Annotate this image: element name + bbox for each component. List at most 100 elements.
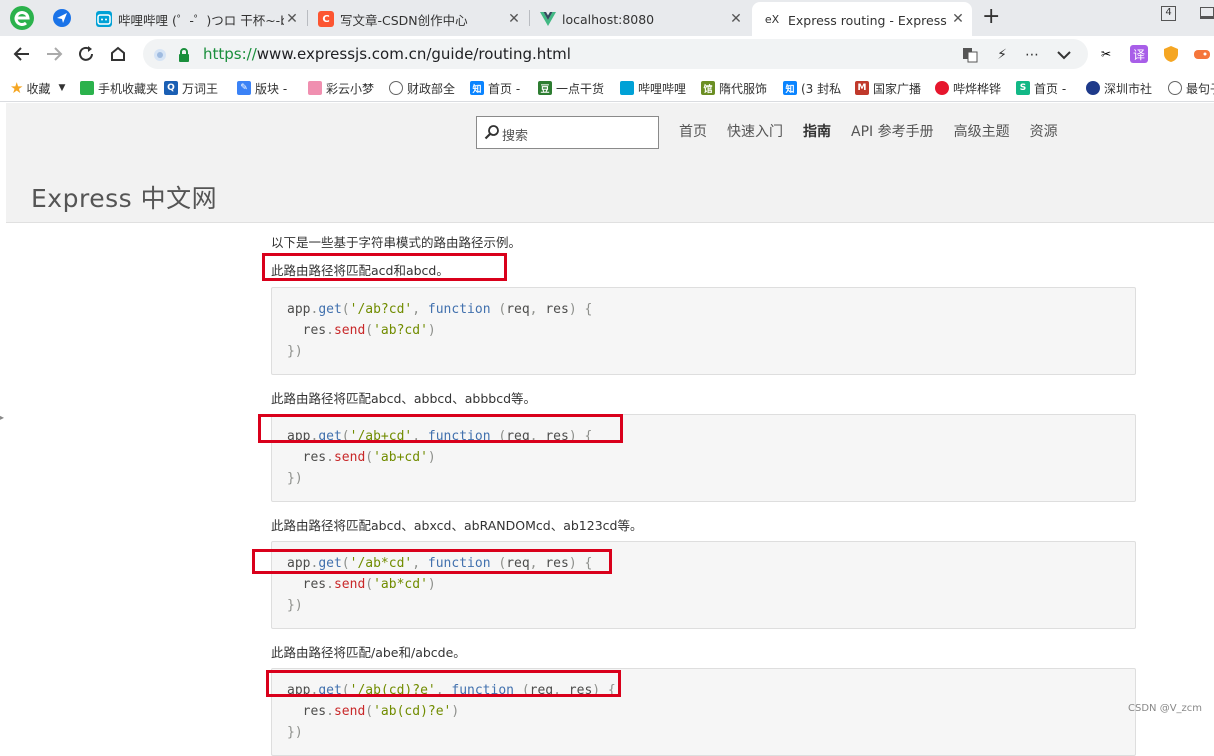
bookmark-item[interactable]: 知 (3 封私 [783, 79, 841, 97]
pen-icon: ✎ [237, 81, 251, 95]
bookmark-label: 哔哩哔哩 [638, 81, 687, 96]
express-icon: eX [764, 12, 780, 26]
nav-resources[interactable]: 资源 [1030, 121, 1058, 141]
bookmark-item[interactable]: 哔烨桦铧 [935, 79, 1003, 97]
bookmark-label: 一点干货 [556, 81, 605, 96]
tab-express-active[interactable]: eX Express routing - Express 中 ✕ [752, 2, 972, 36]
nav-api-reference[interactable]: API 参考手册 [851, 121, 934, 141]
tab-menu-icon[interactable] [1200, 7, 1214, 19]
bookmark-label: 首页 - [488, 81, 521, 96]
nav-home[interactable]: 首页 [679, 121, 707, 141]
caret-down-icon: ▼ [58, 83, 66, 93]
nav-guide[interactable]: 指南 [803, 121, 831, 141]
highlight-box [252, 549, 612, 574]
bookmark-item[interactable]: 财政部全 [389, 79, 455, 97]
bookmark-item[interactable]: M 国家广播 [855, 79, 923, 97]
bookmark-item[interactable]: ✎ 版块 - [237, 79, 295, 97]
bilibili-icon [96, 11, 112, 27]
bookmark-item[interactable]: 豆一点干货 [538, 79, 606, 97]
zhihu-icon: 知 [470, 81, 484, 95]
bookmark-label: 深圳市社 [1104, 81, 1153, 96]
globe-icon [389, 81, 403, 95]
toolbar: https://www.expressjs.com.cn/guide/routi… [0, 36, 1214, 72]
bookmark-label: (3 封私 [801, 81, 841, 96]
bookmark-item[interactable]: 知首页 - [470, 79, 528, 97]
weibo-icon [935, 81, 949, 95]
bookmark-favorites[interactable]: ★ 收藏 ▼ [10, 79, 74, 97]
bookmark-item[interactable]: 手机收藏夹 [80, 79, 158, 97]
highlight-box [262, 253, 507, 281]
route-path: '/ab?cd' [349, 302, 413, 317]
globe-icon [1168, 81, 1182, 95]
bookmark-label: 手机收藏夹 [98, 81, 158, 96]
search-input[interactable]: 搜索 [476, 116, 659, 149]
home-button[interactable] [106, 42, 130, 66]
bookmark-item[interactable]: 哔哩哔哩 [620, 79, 688, 97]
close-tab-icon[interactable]: ✕ [284, 11, 300, 27]
top-navigation: 首页 快速入门 指南 API 参考手册 高级主题 资源 [679, 121, 1078, 141]
shield-extension-icon[interactable] [1162, 45, 1180, 63]
bookmark-item[interactable]: 彩云小梦 [308, 79, 376, 97]
tab-title: 哔哩哔哩 (゜-゜)つロ 干杯~-b [118, 12, 284, 28]
tab-title: Express routing - Express 中 [788, 12, 950, 28]
bookmark-label: 收藏 [26, 81, 51, 96]
bookmark-label: 版块 - [255, 81, 288, 96]
tab-bar: 哔哩哔哩 (゜-゜)つロ 干杯~-b ✕ C 写文章-CSDN创作中心 ✕ lo… [0, 0, 1214, 36]
sidebar-toggle-icon[interactable]: ▸ [0, 413, 4, 422]
bean-icon: 豆 [538, 81, 552, 95]
pinned-tab-icon[interactable] [52, 8, 72, 28]
code-block: app.get('/ab?cd', function (req, res) { … [271, 287, 1136, 375]
tab-csdn[interactable]: C 写文章-CSDN创作中心 ✕ [308, 2, 528, 36]
highlight-box [258, 414, 623, 443]
close-tab-icon[interactable]: ✕ [506, 11, 522, 27]
nav-advanced-topics[interactable]: 高级主题 [954, 121, 1010, 141]
url-scheme: https:// [203, 45, 257, 63]
bookmark-item[interactable]: 馆隋代服饰 [701, 79, 769, 97]
star-icon: ★ [10, 79, 24, 97]
tab-bilibili[interactable]: 哔哩哔哩 (゜-゜)つロ 干杯~-b ✕ [86, 2, 306, 36]
lock-icon[interactable] [175, 46, 193, 64]
address-bar[interactable]: https://www.expressjs.com.cn/guide/routi… [143, 39, 1088, 69]
translate-icon[interactable] [961, 46, 979, 64]
forward-button[interactable] [42, 42, 66, 66]
bookmark-item[interactable]: Q 万词王 [164, 79, 222, 97]
tab-title: 写文章-CSDN创作中心 [340, 12, 468, 28]
watermark: CSDN @V_zcm [1128, 703, 1203, 714]
book-icon: 馆 [701, 81, 715, 95]
bookmark-label: 国家广播 [873, 81, 922, 96]
tab-count-button[interactable]: 4 [1161, 6, 1176, 21]
more-icon[interactable]: ⋯ [1023, 46, 1041, 64]
translator-extension-icon[interactable]: 译 [1130, 45, 1148, 63]
lightning-icon[interactable]: ⚡ [993, 46, 1011, 64]
reload-button[interactable] [74, 42, 98, 66]
rabbit-icon [308, 81, 322, 95]
tab-localhost[interactable]: localhost:8080 ✕ [530, 2, 750, 36]
forward-arrow-icon [47, 47, 63, 61]
browser-logo-icon[interactable] [9, 5, 35, 31]
close-tab-icon[interactable]: ✕ [950, 11, 966, 27]
example-description: 此路由路径将匹配abcd、abbcd、abbbcd等。 [271, 391, 537, 406]
url-path: www.expressjs.com.cn/guide/routing.html [256, 45, 571, 63]
chevron-down-icon[interactable] [1055, 46, 1073, 64]
close-tab-icon[interactable]: ✕ [728, 11, 744, 27]
new-tab-button[interactable]: + [982, 6, 1000, 28]
magnifier-icon: Q [164, 81, 178, 95]
site-info-icon[interactable] [151, 46, 169, 64]
bookmark-label: 财政部全 [407, 81, 455, 96]
back-button[interactable] [10, 42, 34, 66]
scissors-icon[interactable]: ✂ [1097, 45, 1115, 63]
home-icon [111, 46, 125, 61]
bookmark-item[interactable]: 最句子 [1168, 79, 1214, 97]
url-text[interactable]: https://www.expressjs.com.cn/guide/routi… [203, 45, 571, 63]
bookmark-item[interactable]: 深圳市社 [1086, 79, 1154, 97]
site-logo[interactable]: Express 中文网 [31, 179, 217, 215]
phone-icon [80, 81, 94, 95]
bookmark-label: 哔烨桦铧 [953, 81, 1002, 96]
game-extension-icon[interactable] [1193, 45, 1211, 63]
bookmarks-bar: ★ 收藏 ▼ 手机收藏夹 Q 万词王 ✎ 版块 - 彩云小梦 财政部全 知首页 - … [0, 72, 1214, 102]
nav-getting-started[interactable]: 快速入门 [727, 121, 783, 141]
bookmark-label: 彩云小梦 [326, 81, 375, 96]
reload-icon [79, 46, 93, 61]
bookmark-item[interactable]: S 首页 - [1016, 79, 1074, 97]
tab-title: localhost:8080 [562, 11, 655, 27]
